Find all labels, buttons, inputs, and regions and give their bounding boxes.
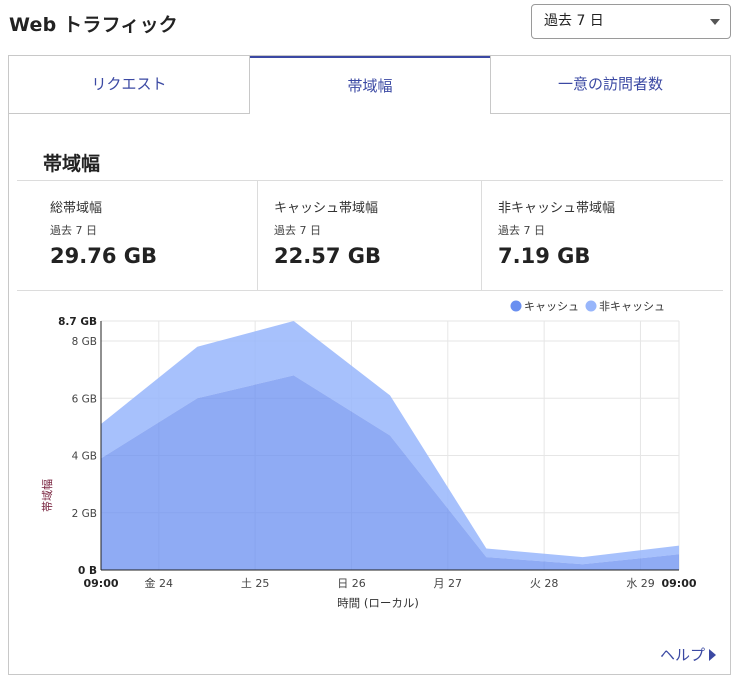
triangle-right-icon [709,649,717,661]
x-tick-label: 月 27 [434,577,463,590]
y-tick-label: 0 B [78,565,97,577]
legend-label-cached: キャッシュ [524,300,579,313]
x-tick-label: 金 24 [145,576,174,590]
x-tick-label: 09:00 [83,577,118,590]
x-tick-label: 日 26 [337,577,366,590]
time-range-select[interactable]: 過去 7 日 [531,4,731,39]
x-tick-label: 水 29 [626,577,655,590]
traffic-panel: リクエスト 帯域幅 一意の訪問者数 帯域幅 総帯域幅 過去 7 日 29.76 … [8,55,731,675]
x-tick-label: 火 28 [530,577,559,590]
x-tick-label: 土 25 [241,577,270,590]
y-tick-label: 4 GB [72,451,97,463]
y-axis-title: 帯域幅 [41,479,54,512]
time-range-value: 過去 7 日 [544,13,604,29]
x-tick-label: 09:00 [661,577,696,590]
x-axis-title: 時間 (ローカル) [337,596,419,610]
bandwidth-chart: 0 B 2 GB 4 GB 6 GB 8 GB 8.7 GB 09:00 金 24 土 25 日 … [41,300,697,610]
page-title: Web トラフィック [9,14,179,36]
y-tick-label: 2 GB [72,508,97,520]
legend-swatch-cached [510,300,522,312]
y-tick-label: 8 GB [72,336,97,348]
y-tick-label: 8.7 GB [58,316,97,328]
help-link[interactable]: ヘルプ [660,644,717,665]
y-tick-label: 6 GB [72,393,97,405]
legend-swatch-uncached [585,300,597,312]
legend-label-uncached: 非キャッシュ [599,300,665,313]
chevron-down-icon [710,19,720,25]
help-label: ヘルプ [660,646,706,664]
